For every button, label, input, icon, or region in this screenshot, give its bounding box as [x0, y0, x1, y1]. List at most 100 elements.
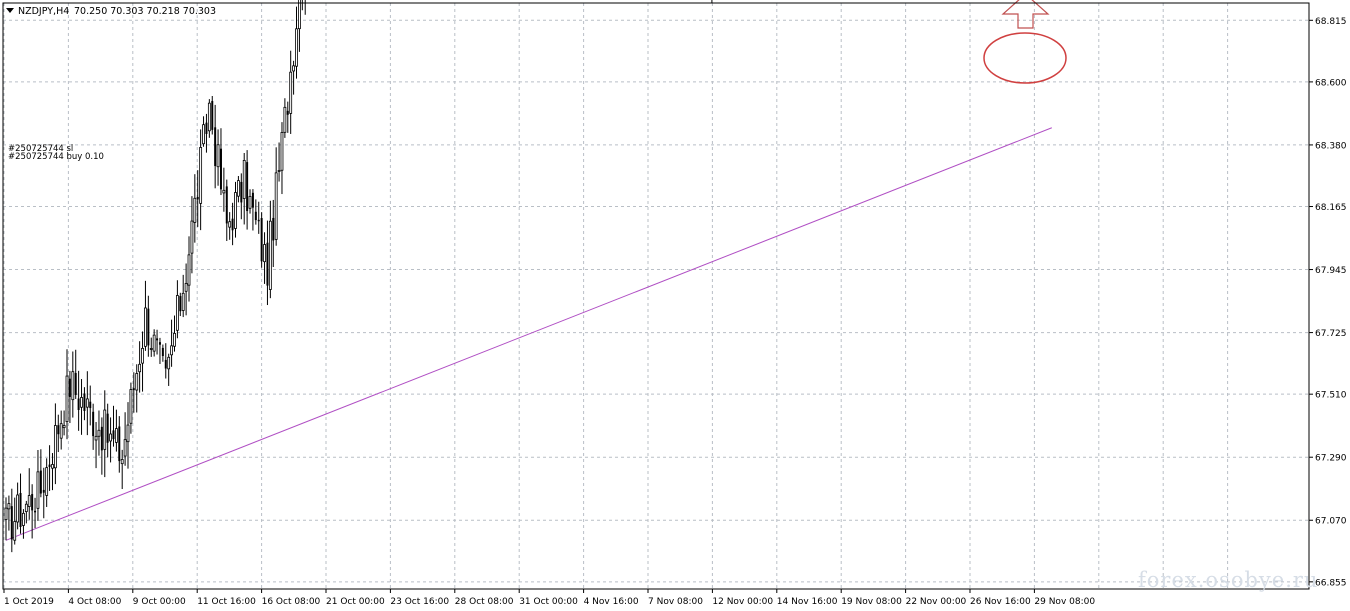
- candle: [77, 370, 80, 431]
- candle-body-bear: [42, 489, 45, 493]
- candle-body-bear: [106, 413, 109, 443]
- time-tick-label: 1 Oct 2019: [4, 597, 54, 607]
- candle-body-bull: [187, 254, 191, 286]
- candle-body-bull: [103, 409, 107, 450]
- candle: [286, 101, 289, 133]
- candle: [266, 220, 269, 306]
- candle-body-bull: [228, 221, 232, 228]
- candle: [248, 189, 252, 214]
- candle-body-bear: [211, 101, 214, 130]
- candle-body-bull: [7, 503, 11, 510]
- candle: [59, 410, 63, 450]
- candle-body-bull: [207, 102, 211, 132]
- time-tick-label: 7 Nov 08:00: [648, 597, 703, 607]
- candle-body-bear: [19, 492, 22, 527]
- candle-body-bear: [68, 378, 71, 397]
- candle-body-bull: [45, 467, 49, 496]
- candle: [711, 0, 713, 3]
- candle-body-bull: [120, 459, 124, 465]
- candle-body-bull: [94, 435, 98, 441]
- candle-body-bull: [181, 292, 185, 311]
- candle-body-bull: [274, 172, 278, 240]
- annotations: [983, 0, 1067, 84]
- candle-body-bear: [219, 148, 222, 190]
- candle: [27, 468, 31, 520]
- candle-body-bull: [65, 375, 69, 422]
- plot-frame: [2, 2, 1310, 590]
- candle: [135, 364, 139, 413]
- candle-body-bear: [10, 506, 13, 540]
- candle: [193, 174, 197, 243]
- candle-body-bear: [112, 430, 115, 440]
- candle-body-bear: [254, 211, 257, 221]
- candle-body-bear: [39, 470, 42, 494]
- candle-body-bull: [202, 124, 205, 145]
- candle: [280, 122, 284, 195]
- candle: [211, 95, 214, 135]
- candle: [48, 445, 51, 491]
- time-tick-label: 19 Nov 08:00: [841, 597, 902, 607]
- candle-body-bull: [277, 170, 281, 172]
- candle: [109, 417, 112, 463]
- candle: [156, 329, 159, 355]
- candle-body-bull: [193, 197, 197, 223]
- candle: [187, 236, 191, 302]
- candle-body-bull: [184, 283, 188, 292]
- buy-order-label: #250725744 buy 0.10: [8, 152, 104, 162]
- candle: [289, 50, 293, 134]
- candle-body-bull: [173, 332, 176, 347]
- candle-body-bear: [266, 242, 269, 286]
- candle: [152, 329, 156, 357]
- candle: [234, 181, 237, 238]
- candle-body-bull: [114, 428, 118, 443]
- candle-body-bull: [242, 160, 246, 199]
- menu-triangle-icon[interactable]: [6, 8, 14, 13]
- candle-body-bull: [85, 398, 89, 408]
- candle: [149, 337, 153, 357]
- symbol-label: NZDJPY,H4: [18, 6, 69, 17]
- candle-body-bear: [92, 411, 95, 437]
- candle-body-bear: [83, 393, 86, 412]
- candle-body-bear: [100, 426, 103, 451]
- candle-body-bear: [48, 464, 51, 467]
- candle-body-bull: [292, 65, 295, 72]
- candle-body-bull: [149, 348, 153, 350]
- candle-body-bear: [74, 373, 77, 395]
- candle-body-bull: [126, 424, 130, 443]
- candle: [112, 405, 115, 447]
- candle: [277, 142, 281, 182]
- candle-body-bull: [236, 180, 240, 197]
- candle: [106, 403, 109, 458]
- price-chart[interactable]: 68.815 68.600 68.380 68.165 67.945 67.725 67.5…: [0, 0, 1350, 611]
- candle: [34, 497, 37, 529]
- trend-channel: [5, 127, 1052, 541]
- candle-body-bull: [51, 464, 54, 469]
- candle: [158, 337, 161, 365]
- candle-body-bear: [118, 426, 121, 462]
- candle: [39, 449, 42, 498]
- candle: [272, 199, 275, 267]
- price-tick-label: 67.725: [1315, 329, 1347, 339]
- candle-body-bull: [62, 425, 66, 429]
- time-tick-label: 4 Oct 08:00: [68, 597, 121, 607]
- candle-body-bull: [59, 423, 63, 439]
- candle: [53, 403, 57, 485]
- candle: [126, 402, 130, 469]
- candle: [36, 450, 40, 521]
- candle-body-bull: [97, 429, 101, 437]
- candle: [68, 370, 71, 424]
- candle: [123, 412, 127, 466]
- candle: [268, 200, 272, 299]
- candle: [141, 331, 144, 392]
- candle-body-bear: [257, 219, 260, 222]
- time-tick-label: 11 Oct 16:00: [197, 597, 256, 607]
- candle-body-bull: [280, 132, 284, 171]
- candle: [114, 409, 118, 452]
- candle: [10, 488, 13, 553]
- candle: [231, 202, 234, 246]
- candle: [202, 116, 205, 147]
- candle-body-bull: [109, 433, 112, 442]
- candle-body-bull: [248, 196, 252, 209]
- candle-body-bear: [89, 401, 92, 409]
- candle: [175, 280, 179, 339]
